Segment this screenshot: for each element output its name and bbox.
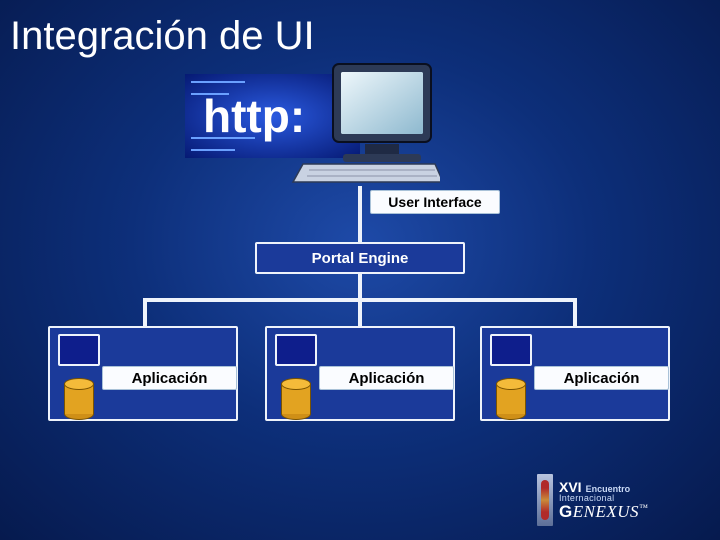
app-module-icon: [275, 334, 317, 366]
application-box-2: Aplicación: [265, 326, 455, 421]
connector-to-app1: [143, 298, 147, 326]
database-icon: [64, 378, 94, 418]
application-label: Aplicación: [534, 366, 669, 390]
logo-ribbon-icon: [537, 474, 553, 526]
http-text-glyph: http:: [203, 90, 305, 142]
application-box-1: Aplicación: [48, 326, 238, 421]
user-interface-label: User Interface: [370, 190, 500, 214]
portal-engine-label: Portal Engine: [312, 250, 409, 267]
slide-title: Integración de UI: [0, 0, 315, 59]
connector-to-app3: [573, 298, 577, 326]
connector-ui-portal: [358, 186, 362, 242]
application-label: Aplicación: [102, 366, 237, 390]
connector-portal-down: [358, 274, 362, 300]
logo-roman: XVI: [559, 480, 582, 494]
database-icon: [281, 378, 311, 418]
connector-to-app2: [358, 298, 362, 326]
portal-engine-box: Portal Engine: [255, 242, 465, 274]
database-icon: [496, 378, 526, 418]
app-module-icon: [490, 334, 532, 366]
app-module-icon: [58, 334, 100, 366]
genexus-event-logo: XVI Encuentro Internacional GENEXUS™: [537, 472, 702, 528]
slide-canvas: Integración de UI http:: [0, 0, 720, 540]
http-browser-illustration: http:: [185, 60, 440, 185]
application-label: Aplicación: [319, 366, 454, 390]
application-box-3: Aplicación: [480, 326, 670, 421]
logo-brand-rest: ENEXUS: [573, 502, 639, 521]
